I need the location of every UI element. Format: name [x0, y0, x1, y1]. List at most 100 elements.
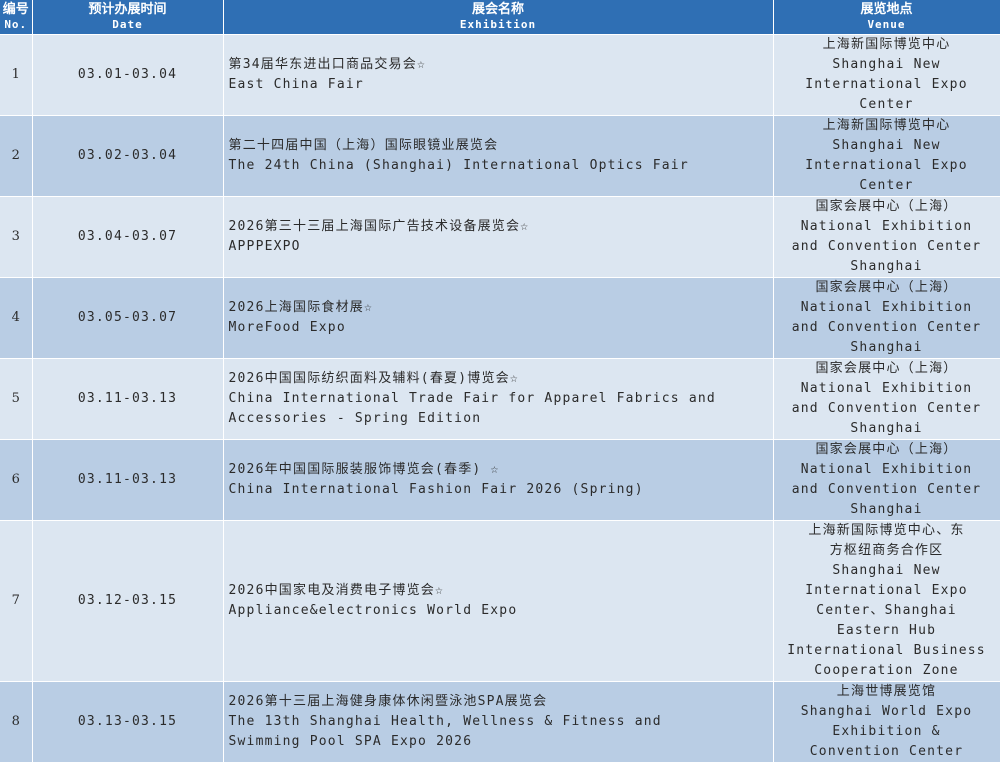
exhibition-name-zh: 第二十四届中国（上海）国际眼镜业展览会	[228, 137, 499, 153]
row-date: 03.11-03.13	[32, 358, 224, 440]
exhibition-name-zh: 2026第十三届上海健身康体休闲暨泳池SPA展览会	[228, 693, 548, 709]
row-number: 2	[0, 115, 33, 197]
venue-line: Shanghai New	[832, 137, 941, 153]
exhibition-name-zh: 2026上海国际食材展☆	[228, 299, 374, 315]
row-date: 03.01-03.04	[32, 34, 224, 116]
header-date-en: Date	[112, 17, 143, 31]
venue-line: Center	[859, 96, 914, 112]
venue-line: Center	[859, 177, 914, 193]
exhibition-name-en: The 24th China (Shanghai) International …	[228, 157, 689, 173]
header-date: 预计办展时间 Date	[32, 0, 224, 35]
row-exhibition: 2026中国家电及消费电子博览会☆ Appliance&electronics …	[223, 520, 774, 682]
exhibition-name-en: APPPEXPO	[228, 238, 301, 254]
venue-line: and Convention Center	[791, 481, 982, 497]
exhibition-name-en: East China Fair	[228, 76, 364, 92]
exhibition-name-zh: 2026第三十三届上海国际广告技术设备展览会☆	[228, 218, 530, 234]
venue-line: International Business	[787, 642, 986, 658]
exhibition-name-en: MoreFood Expo	[228, 319, 346, 335]
venue-line: 上海新国际博览中心、东	[808, 522, 965, 538]
exhibition-schedule-table: 编号 No. 预计办展时间 Date 展会名称 Exhibition 展览地点 …	[0, 0, 1000, 763]
exhibition-name-en: Accessories - Spring Edition	[228, 410, 482, 426]
venue-line: 上海新国际博览中心	[822, 36, 951, 52]
header-exhibition-zh: 展会名称	[471, 1, 524, 17]
row-venue: 国家会展中心（上海） National Exhibition and Conve…	[773, 277, 1000, 359]
venue-line: Shanghai New	[832, 56, 941, 72]
venue-line: 国家会展中心（上海）	[815, 198, 958, 214]
venue-line: Shanghai	[850, 258, 923, 274]
row-number: 3	[0, 196, 33, 278]
table-row: 2 03.02-03.04 第二十四届中国（上海）国际眼镜业展览会 The 24…	[0, 115, 1000, 197]
row-exhibition: 2026上海国际食材展☆ MoreFood Expo	[223, 277, 774, 359]
header-exhibition: 展会名称 Exhibition	[223, 0, 774, 35]
venue-line: International Expo	[805, 76, 968, 92]
table-row: 6 03.11-03.13 2026年中国国际服装服饰博览会(春季) ☆ Chi…	[0, 439, 1000, 521]
venue-line: Center、Shanghai	[816, 602, 957, 618]
exhibition-name-zh: 第34届华东进出口商品交易会☆	[228, 56, 426, 72]
venue-line: National Exhibition	[800, 218, 973, 234]
row-date: 03.12-03.15	[32, 520, 224, 682]
venue-line: 上海世博展览馆	[836, 683, 937, 699]
venue-line: Eastern Hub	[836, 622, 937, 638]
exhibition-name-en: Swimming Pool SPA Expo 2026	[228, 733, 473, 749]
venue-line: Shanghai	[850, 339, 923, 355]
venue-line: National Exhibition	[800, 380, 973, 396]
row-venue: 国家会展中心（上海） National Exhibition and Conve…	[773, 196, 1000, 278]
venue-line: Cooperation Zone	[814, 662, 959, 678]
row-exhibition: 2026年中国国际服装服饰博览会(春季) ☆ China Internation…	[223, 439, 774, 521]
venue-line: 方枢纽商务合作区	[829, 542, 944, 558]
header-venue-zh: 展览地点	[860, 1, 913, 17]
venue-line: 国家会展中心（上海）	[815, 360, 958, 376]
exhibition-name-en: Appliance&electronics World Expo	[228, 602, 518, 618]
table-row: 5 03.11-03.13 2026中国国际纺织面料及辅料(春夏)博览会☆ Ch…	[0, 358, 1000, 440]
header-no: 编号 No.	[0, 0, 33, 35]
row-date: 03.04-03.07	[32, 196, 224, 278]
header-venue-en: Venue	[867, 17, 906, 31]
venue-line: and Convention Center	[791, 238, 982, 254]
venue-line: Convention Center	[809, 743, 964, 759]
table-row: 3 03.04-03.07 2026第三十三届上海国际广告技术设备展览会☆ AP…	[0, 196, 1000, 278]
exhibition-name-en: China International Trade Fair for Appar…	[228, 390, 716, 406]
venue-line: National Exhibition	[800, 299, 973, 315]
row-number: 4	[0, 277, 33, 359]
row-venue: 上海新国际博览中心 Shanghai New International Exp…	[773, 115, 1000, 197]
venue-line: Exhibition &	[832, 723, 941, 739]
row-number: 6	[0, 439, 33, 521]
venue-line: Shanghai New	[832, 562, 941, 578]
venue-line: International Expo	[805, 157, 968, 173]
row-date: 03.02-03.04	[32, 115, 224, 197]
exhibition-name-zh: 2026中国国际纺织面料及辅料(春夏)博览会☆	[228, 370, 519, 386]
exhibition-name-en: The 13th Shanghai Health, Wellness & Fit…	[228, 713, 662, 729]
venue-line: and Convention Center	[791, 400, 982, 416]
row-number: 1	[0, 34, 33, 116]
table-row: 7 03.12-03.15 2026中国家电及消费电子博览会☆ Applianc…	[0, 520, 1000, 682]
row-date: 03.05-03.07	[32, 277, 224, 359]
venue-line: Shanghai	[850, 420, 923, 436]
row-venue: 国家会展中心（上海） National Exhibition and Conve…	[773, 439, 1000, 521]
table-row: 1 03.01-03.04 第34届华东进出口商品交易会☆ East China…	[0, 34, 1000, 116]
header-no-zh: 编号	[2, 1, 29, 17]
header-no-en: No.	[4, 17, 28, 31]
row-number: 7	[0, 520, 33, 682]
exhibition-name-zh: 2026年中国国际服装服饰博览会(春季) ☆	[228, 461, 500, 477]
row-exhibition: 第二十四届中国（上海）国际眼镜业展览会 The 24th China (Shan…	[223, 115, 774, 197]
row-venue: 上海新国际博览中心、东 方枢纽商务合作区 Shanghai New Intern…	[773, 520, 1000, 682]
row-exhibition: 第34届华东进出口商品交易会☆ East China Fair	[223, 34, 774, 116]
table-row: 4 03.05-03.07 2026上海国际食材展☆ MoreFood Expo…	[0, 277, 1000, 359]
header-exhibition-en: Exhibition	[459, 17, 537, 31]
venue-line: 国家会展中心（上海）	[815, 441, 958, 457]
venue-line: National Exhibition	[800, 461, 973, 477]
venue-line: and Convention Center	[791, 319, 982, 335]
header-venue: 展览地点 Venue	[773, 0, 1000, 35]
row-exhibition: 2026中国国际纺织面料及辅料(春夏)博览会☆ China Internatio…	[223, 358, 774, 440]
venue-line: 上海新国际博览中心	[822, 117, 951, 133]
venue-line: Shanghai World Expo	[800, 703, 973, 719]
row-venue: 国家会展中心（上海） National Exhibition and Conve…	[773, 358, 1000, 440]
row-date: 03.11-03.13	[32, 439, 224, 521]
venue-line: Shanghai	[850, 501, 923, 517]
venue-line: 国家会展中心（上海）	[815, 279, 958, 295]
row-exhibition: 2026第三十三届上海国际广告技术设备展览会☆ APPPEXPO	[223, 196, 774, 278]
row-venue: 上海新国际博览中心 Shanghai New International Exp…	[773, 34, 1000, 116]
table-header-row: 编号 No. 预计办展时间 Date 展会名称 Exhibition 展览地点 …	[0, 0, 1000, 35]
exhibition-name-en: China International Fashion Fair 2026 (S…	[228, 481, 644, 497]
row-number: 5	[0, 358, 33, 440]
